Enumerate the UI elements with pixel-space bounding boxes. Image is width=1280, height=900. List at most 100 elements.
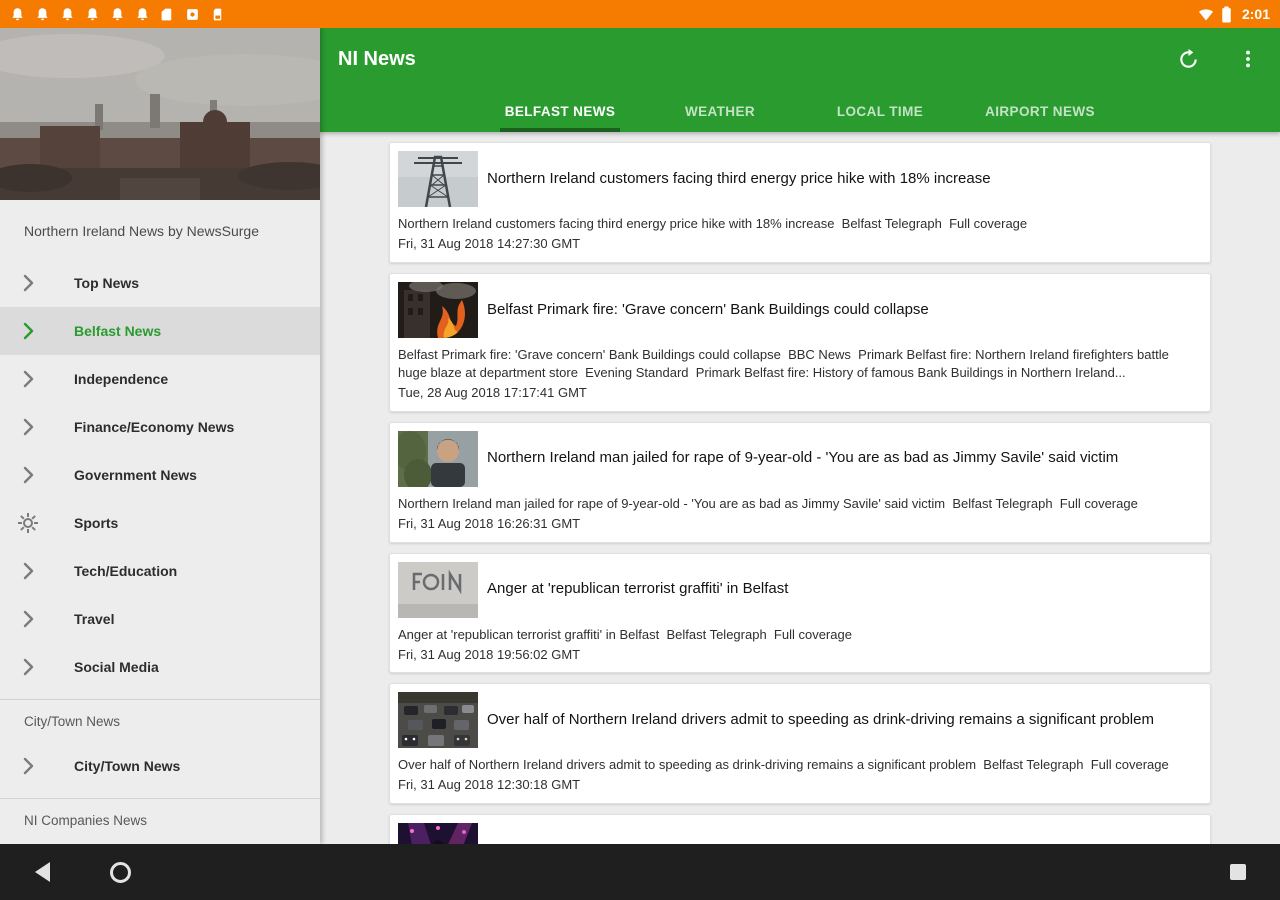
tab-belfast-news[interactable]: BELFAST NEWS [480,90,640,132]
sidebar-item-belfast-news[interactable]: Belfast News [0,307,320,355]
drawer-app-name: Northern Ireland News by NewsSurge [24,223,259,239]
article-card[interactable]: Belfast festivals - and why we're the ab… [389,814,1211,844]
chevron-right-icon [23,370,34,388]
sidebar-item-label: City/Town News [74,758,181,774]
chevron-right-icon [23,757,34,775]
overflow-menu-icon [1246,50,1250,68]
sidebar-item-label: Finance/Economy News [74,419,235,435]
concert-photo [398,823,478,844]
sidebar-item-travel[interactable]: Travel [0,595,320,643]
sim-card-icon [213,8,222,20]
article-summary: Anger at 'republican terrorist graffiti'… [398,626,852,642]
sidebar-item-label: Government News [74,467,197,483]
app-bar-wrap: NI News BELFAST NEWS WEATHER LOCAL TIME … [320,28,1280,132]
wifi-icon [1198,8,1214,20]
chevron-right-icon [23,610,34,628]
man-portrait-photo [398,430,478,487]
tab-label: BELFAST NEWS [504,103,616,119]
article-card[interactable]: Northern Ireland man jailed for rape of … [389,421,1211,543]
bell-icon [62,7,73,20]
article-date: Fri, 31 Aug 2018 19:56:02 GMT [398,646,581,662]
article-title: Over half of Northern Ireland drivers ad… [487,711,1154,729]
sidebar-item-label: Tech/Education [74,563,178,579]
sidebar-item-city-town-news[interactable]: City/Town News [0,742,320,790]
tab-airport-news[interactable]: AIRPORT NEWS [960,90,1120,132]
section-header-ni-companies-news: NI Companies News [0,798,320,841]
tab-label: LOCAL TIME [836,103,924,119]
sidebar-item-label: Social Media [74,659,159,675]
article-card[interactable]: Over half of Northern Ireland drivers ad… [389,683,1211,805]
recents-icon [1230,864,1246,880]
navigation-drawer: Northern Ireland News by NewsSurge Top N… [0,28,320,844]
chevron-right-icon [23,322,34,340]
sidebar-item-social-media[interactable]: Social Media [0,643,320,691]
bell-icon [12,7,23,20]
status-notification-icons [10,7,225,22]
section-header-city-town-news: City/Town News [0,699,320,742]
sidebar-item-top-news[interactable]: Top News [0,259,320,307]
storage-icon [187,8,198,20]
main-content: NI News BELFAST NEWS WEATHER LOCAL TIME … [320,28,1280,844]
bell-icon [137,7,148,20]
chevron-right-icon [23,658,34,676]
back-button[interactable] [18,844,66,900]
bell-icon [37,7,48,20]
sidebar-item-sports[interactable]: Sports [0,499,320,547]
status-bar: 2:01 [0,0,1280,28]
chevron-right-icon [23,274,34,292]
tab-label: AIRPORT NEWS [985,103,1095,119]
tab-indicator [500,128,620,132]
article-card[interactable]: Northern Ireland customers facing third … [389,142,1211,263]
sd-card-icon [161,8,172,20]
article-date: Fri, 31 Aug 2018 16:26:31 GMT [398,515,581,531]
app-bar: NI News [320,28,1280,90]
graffiti-wall-photo [398,561,478,618]
page-title: NI News [338,47,416,70]
sidebar-item-label: Travel [74,611,115,627]
chevron-right-icon [23,418,34,436]
app-bar-actions [1168,28,1268,90]
tab-weather[interactable]: WEATHER [640,90,800,132]
bell-icon [112,7,123,20]
article-summary: Northern Ireland customers facing third … [398,216,1028,231]
home-icon [109,861,131,883]
sidebar-item-label: Top News [74,275,140,291]
drawer-header-image [0,28,320,200]
gear-icon [18,513,38,533]
refresh-button[interactable] [1168,39,1208,79]
article-title: Anger at 'republican terrorist graffiti'… [487,580,789,598]
sidebar-item-independence[interactable]: Independence [0,355,320,403]
sidebar-item-tech-education[interactable]: Tech/Education [0,547,320,595]
article-summary: Over half of Northern Ireland drivers ad… [398,757,1169,773]
system-navigation-bar [0,844,1280,900]
sidebar-item-label: Belfast News [74,323,162,339]
sidebar-item-government-news[interactable]: Government News [0,451,320,499]
bell-icon [87,7,98,20]
article-date: Tue, 28 Aug 2018 17:17:41 GMT [398,384,587,400]
status-time: 2:01 [1241,6,1270,22]
home-button[interactable] [96,844,144,900]
article-date: Fri, 31 Aug 2018 14:27:30 GMT [398,235,581,251]
article-card[interactable]: Belfast Primark fire: 'Grave concern' Ba… [389,272,1211,412]
tab-bar: BELFAST NEWS WEATHER LOCAL TIME AIRPORT … [320,90,1280,132]
status-system-icons: 2:01 [1198,6,1270,23]
chevron-right-icon [23,562,34,580]
tab-label: WEATHER [684,103,756,119]
article-card[interactable]: Anger at 'republican terrorist graffiti'… [389,552,1211,674]
tab-local-time[interactable]: LOCAL TIME [800,90,960,132]
article-date: Fri, 31 Aug 2018 12:30:18 GMT [398,777,581,793]
sidebar-item-finance-economy-news[interactable]: Finance/Economy News [0,403,320,451]
refresh-icon [1179,48,1197,68]
recents-button[interactable] [1214,844,1262,900]
article-title: Northern Ireland customers facing third … [487,169,991,187]
article-list: Northern Ireland customers facing third … [320,132,1280,844]
article-summary: Belfast Primark fire: 'Grave concern' Ba… [398,346,1173,380]
battery-icon [1222,6,1231,22]
overflow-menu-button[interactable] [1228,39,1268,79]
building-fire-photo [398,281,478,338]
electricity-pylon-photo [398,151,478,207]
chevron-right-icon [23,466,34,484]
article-title: Belfast Primark fire: 'Grave concern' Ba… [487,300,929,318]
article-summary: Northern Ireland man jailed for rape of … [398,495,1138,511]
article-title: Northern Ireland man jailed for rape of … [487,449,1119,467]
